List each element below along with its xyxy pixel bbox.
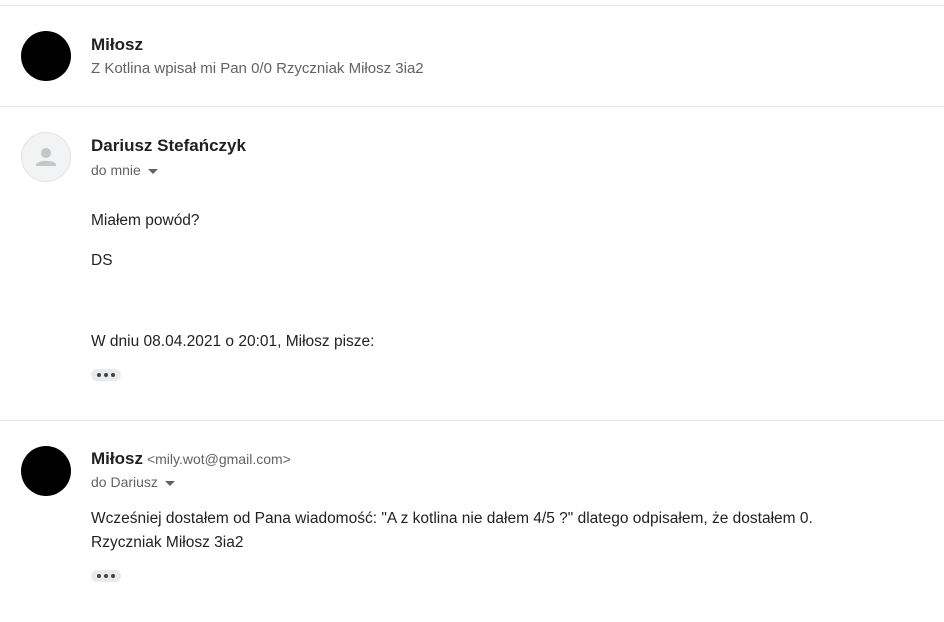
sender-name: Dariusz Stefańczyk <box>91 136 246 155</box>
sender-avatar <box>21 31 71 81</box>
email-thread: Miłosz Z Kotlina wpisał mi Pan 0/0 Rzycz… <box>0 0 944 622</box>
show-trimmed-content-button[interactable] <box>91 369 121 381</box>
sender-email: <mily.wot@gmail.com> <box>146 451 291 467</box>
message-body-line: Miałem powód? <box>91 212 200 229</box>
sender-name: Miłosz <box>91 35 143 54</box>
recipient-details-toggle[interactable]: do mnie <box>91 162 158 178</box>
caret-down-icon[interactable] <box>147 168 158 174</box>
message-collapsed-1[interactable]: Miłosz Z Kotlina wpisał mi Pan 0/0 Rzycz… <box>0 6 944 106</box>
recipient-details-toggle[interactable]: do Dariusz <box>91 474 175 490</box>
more-horiz-icon <box>97 574 101 578</box>
recipient-label: do Dariusz <box>91 474 158 490</box>
message-body-line: Rzyczniak Miłosz 3ia2 <box>91 534 244 551</box>
caret-down-icon[interactable] <box>164 480 175 486</box>
message-signature: DS <box>91 252 113 269</box>
more-horiz-icon <box>97 373 101 377</box>
message-body-line: Wcześniej dostałem od Pana wiadomość: "A… <box>91 510 813 527</box>
message-expanded-2: Dariusz Stefańczyk do mnie Miałem powód?… <box>0 107 944 420</box>
quote-header: W dniu 08.04.2021 o 20:01, Miłosz pisze: <box>91 333 375 350</box>
message-expanded-3: Miłosz <mily.wot@gmail.com> do Dariusz Wc… <box>0 421 944 622</box>
show-trimmed-content-button[interactable] <box>91 570 121 582</box>
sender-avatar <box>21 446 71 496</box>
message-snippet: Z Kotlina wpisał mi Pan 0/0 Rzyczniak Mi… <box>91 60 424 77</box>
sender-name: Miłosz <box>91 449 143 468</box>
default-avatar-icon <box>21 132 71 182</box>
recipient-label: do mnie <box>91 162 141 178</box>
sender-name-line: Miłosz <mily.wot@gmail.com> <box>91 449 291 469</box>
